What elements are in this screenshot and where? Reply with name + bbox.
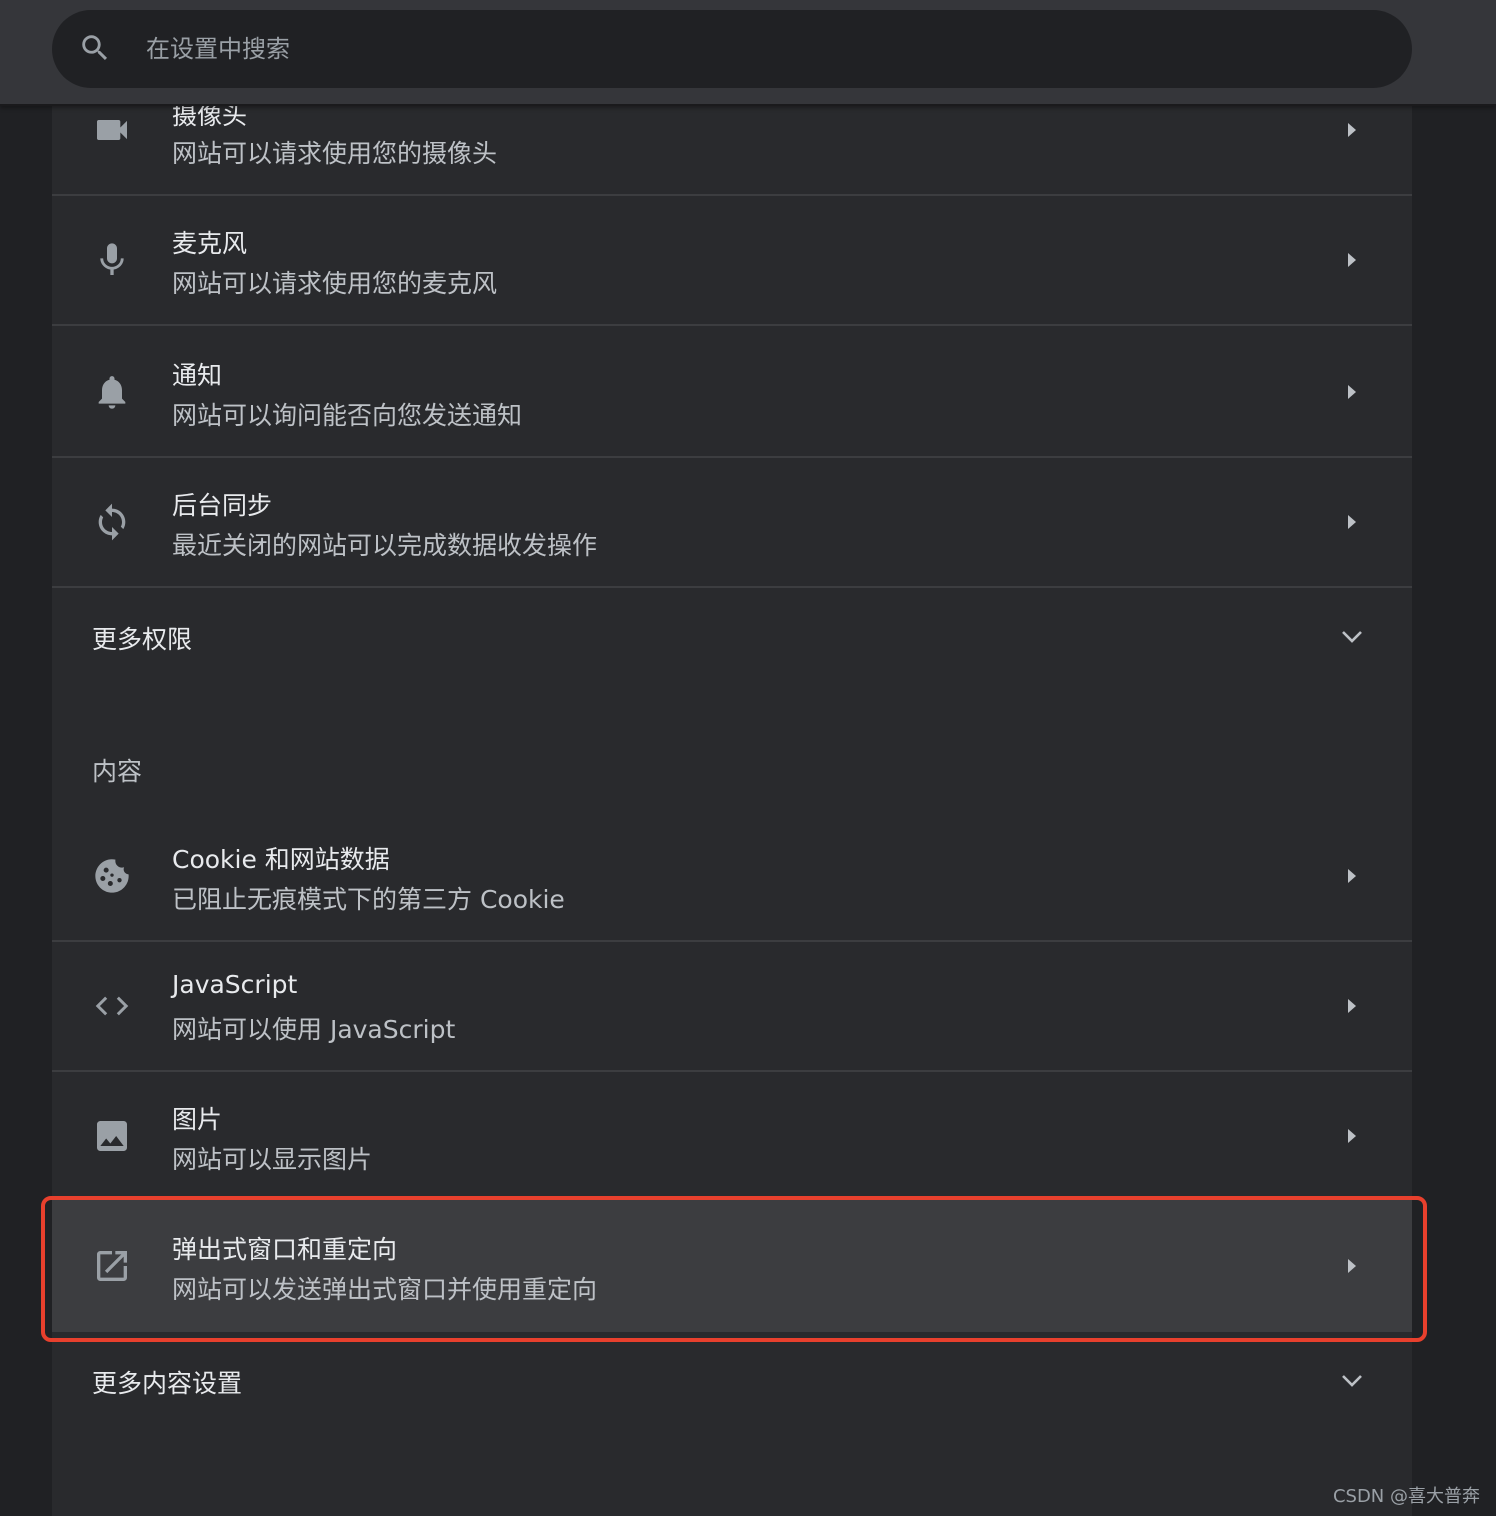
chevron-down-icon: [1338, 1366, 1366, 1394]
row-subtitle: 网站可以发送弹出式窗口并使用重定向: [172, 1275, 598, 1304]
open-in-new-icon: [92, 1246, 132, 1286]
row-subtitle: 网站可以询问能否向您发送通知: [172, 401, 523, 430]
arrow-right-icon: [1342, 1124, 1362, 1148]
more-content-settings-toggle[interactable]: 更多内容设置: [52, 1332, 1412, 1428]
row-javascript[interactable]: JavaScript 网站可以使用 JavaScript: [52, 942, 1412, 1072]
row-title: 后台同步: [172, 491, 273, 520]
row-title: 弹出式窗口和重定向: [172, 1235, 398, 1264]
arrow-right-icon: [1342, 1254, 1362, 1278]
search-input[interactable]: [144, 26, 1348, 72]
row-subtitle: 网站可以请求使用您的麦克风: [172, 269, 498, 298]
arrow-right-icon: [1342, 380, 1362, 404]
row-title: 麦克风: [172, 229, 248, 258]
row-subtitle: 网站可以请求使用您的摄像头: [172, 139, 498, 168]
row-cookies[interactable]: Cookie 和网站数据 已阻止无痕模式下的第三方 Cookie: [52, 812, 1412, 942]
more-content-settings-label: 更多内容设置: [92, 1369, 243, 1398]
cookie-icon: [92, 856, 132, 896]
camera-icon: [92, 110, 132, 150]
watermark-text: CSDN @喜大普奔: [1332, 1486, 1480, 1507]
chevron-down-icon: [1338, 622, 1366, 650]
row-images[interactable]: 图片 网站可以显示图片: [52, 1072, 1412, 1202]
row-popups-redirects[interactable]: 弹出式窗口和重定向 网站可以发送弹出式窗口并使用重定向: [52, 1202, 1412, 1332]
row-subtitle: 最近关闭的网站可以完成数据收发操作: [172, 531, 598, 560]
arrow-right-icon: [1342, 864, 1362, 888]
row-title: Cookie 和网站数据: [172, 845, 390, 874]
row-subtitle: 网站可以显示图片: [172, 1145, 373, 1174]
row-notifications[interactable]: 通知 网站可以询问能否向您发送通知: [52, 326, 1412, 458]
arrow-right-icon: [1342, 510, 1362, 534]
settings-toolbar: [0, 0, 1496, 106]
bell-icon: [92, 372, 132, 412]
code-icon: [92, 986, 132, 1026]
row-background-sync[interactable]: 后台同步 最近关闭的网站可以完成数据收发操作: [52, 458, 1412, 588]
arrow-right-icon: [1342, 248, 1362, 272]
row-title: 通知: [172, 361, 223, 390]
sync-icon: [92, 502, 132, 542]
row-subtitle: 网站可以使用 JavaScript: [172, 1015, 456, 1044]
search-icon[interactable]: [78, 31, 112, 65]
image-icon: [92, 1116, 132, 1156]
content-section-header: 内容: [92, 757, 143, 786]
more-permissions-toggle[interactable]: 更多权限: [52, 588, 1412, 684]
arrow-right-icon: [1342, 118, 1362, 142]
row-microphone[interactable]: 麦克风 网站可以请求使用您的麦克风: [52, 196, 1412, 326]
row-title: JavaScript: [172, 970, 298, 999]
more-permissions-label: 更多权限: [92, 625, 193, 654]
row-subtitle: 已阻止无痕模式下的第三方 Cookie: [172, 885, 565, 914]
microphone-icon: [92, 240, 132, 280]
arrow-right-icon: [1342, 994, 1362, 1018]
row-title: 图片: [172, 1105, 223, 1134]
